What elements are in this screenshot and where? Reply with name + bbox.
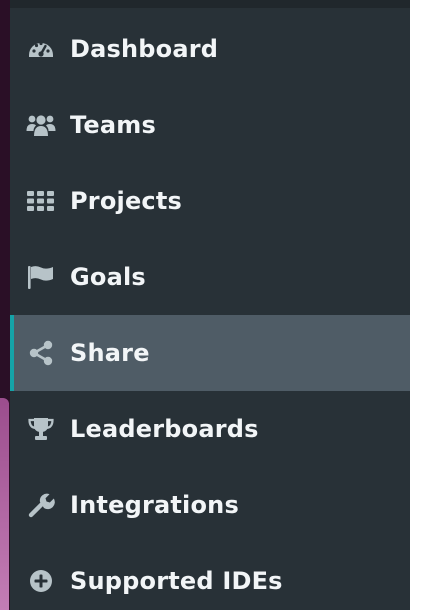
trophy-icon — [26, 414, 56, 444]
sidebar-item-teams[interactable]: Teams — [10, 87, 410, 163]
background-card-edge — [0, 398, 9, 610]
sidebar-item-dashboard[interactable]: Dashboard — [10, 11, 410, 87]
plus-circle-icon — [26, 566, 56, 596]
sidebar-item-label: Teams — [70, 111, 156, 139]
sidebar-item-goals[interactable]: Goals — [10, 239, 410, 315]
sidebar: Dashboard Teams Projects Goals Share Lea… — [10, 0, 410, 610]
sidebar-item-label: Integrations — [70, 491, 239, 519]
sidebar-item-label: Projects — [70, 187, 183, 215]
grid-icon — [26, 186, 56, 216]
sidebar-item-share[interactable]: Share — [10, 315, 410, 391]
flag-icon — [26, 262, 56, 292]
sidebar-item-integrations[interactable]: Integrations — [10, 467, 410, 543]
wrench-icon — [26, 490, 56, 520]
sidebar-item-label: Dashboard — [70, 35, 219, 63]
sidebar-item-projects[interactable]: Projects — [10, 163, 410, 239]
sidebar-item-supported-ides[interactable]: Supported IDEs — [10, 543, 410, 610]
sidebar-item-label: Leaderboards — [70, 415, 259, 443]
sidebar-item-label: Supported IDEs — [70, 567, 283, 595]
page-background — [410, 0, 426, 610]
sidebar-item-label: Share — [70, 339, 150, 367]
sidebar-top-edge — [10, 0, 410, 8]
share-icon — [26, 338, 56, 368]
sidebar-item-leaderboards[interactable]: Leaderboards — [10, 391, 410, 467]
users-icon — [26, 110, 56, 140]
dashboard-icon — [26, 34, 56, 64]
sidebar-item-label: Goals — [70, 263, 146, 291]
